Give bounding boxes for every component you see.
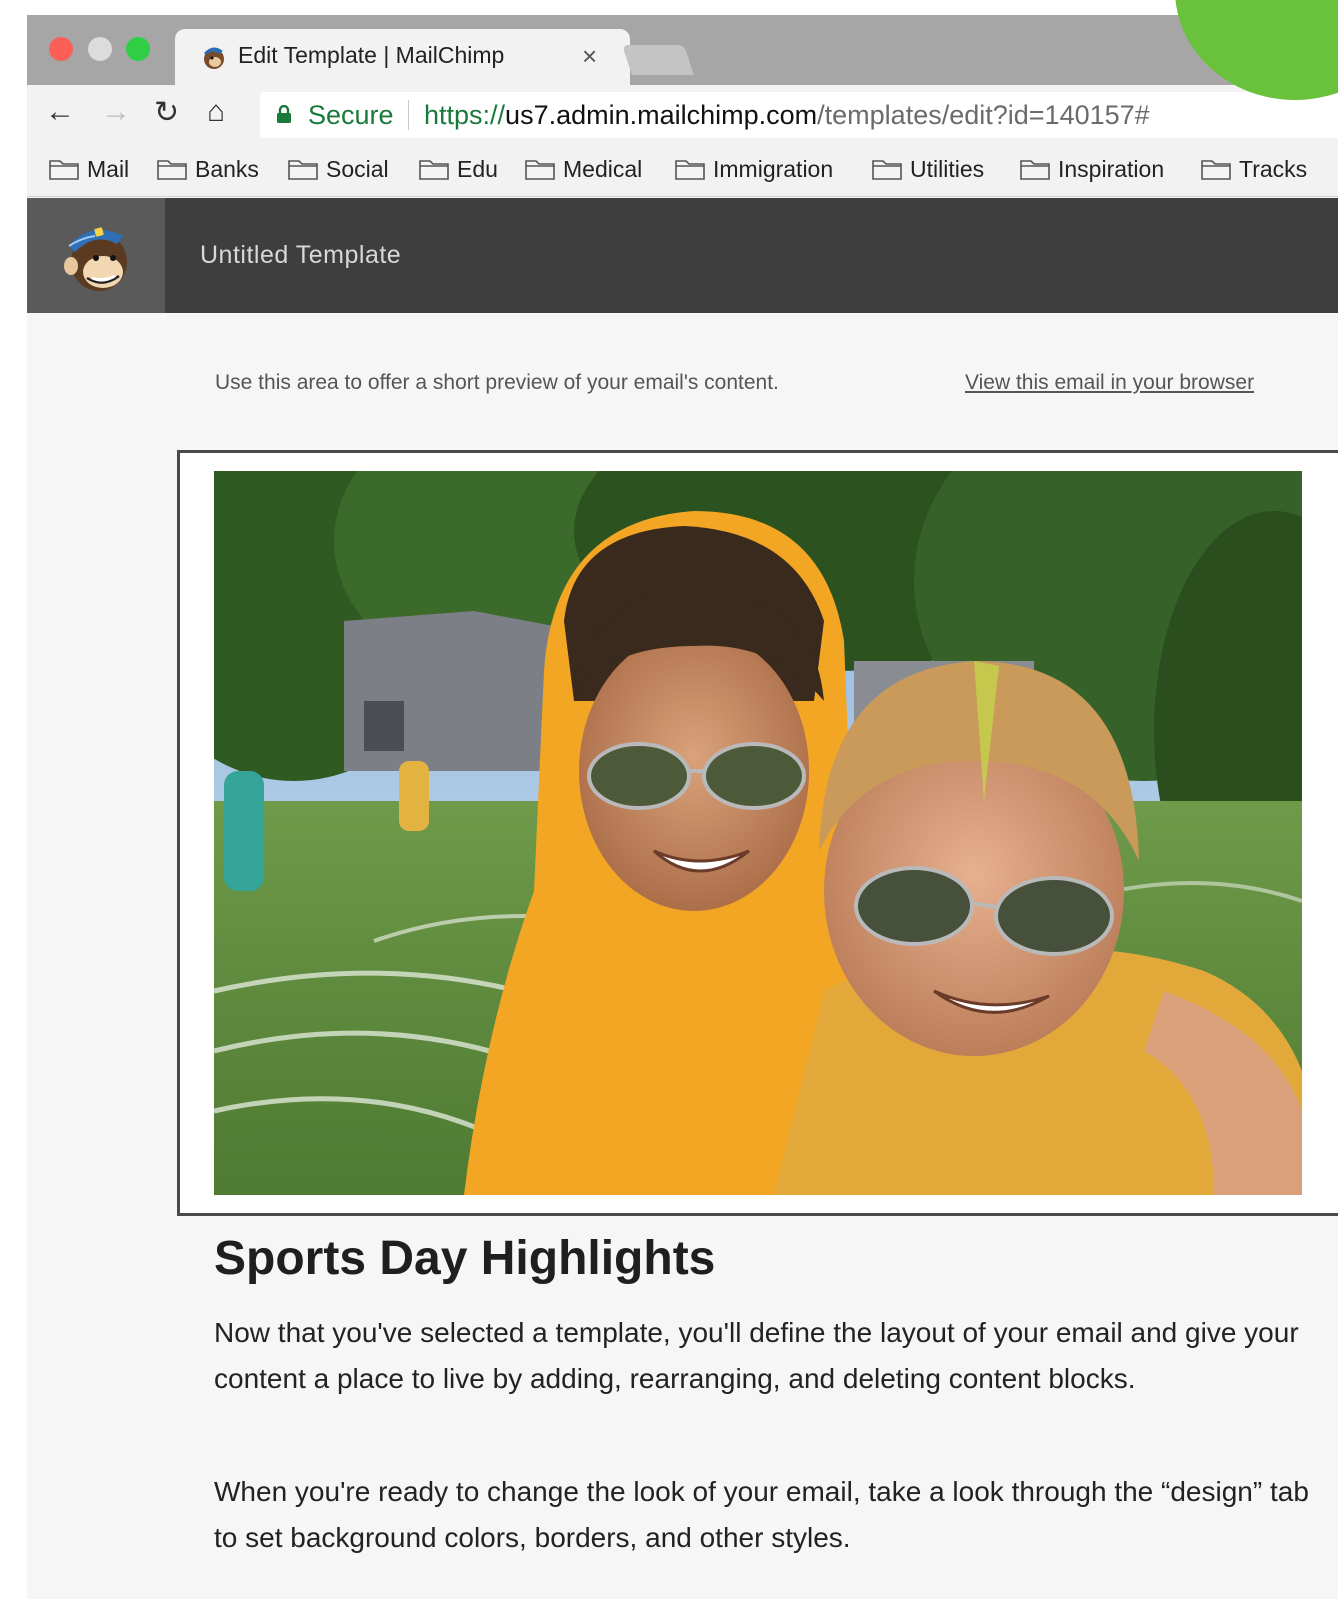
url-host: us7.admin.mailchimp.com [505,100,818,130]
new-tab-button[interactable] [622,45,694,75]
tab-title: Edit Template | MailChimp [238,42,505,68]
folder-icon [49,160,79,180]
bookmark-edu[interactable]: Edu [419,156,498,183]
folder-icon [157,160,187,180]
browser-toolbar: ← → ↻ ⌂ Secure https://us7.admin.mailchi… [27,85,1338,145]
folder-icon [525,160,555,180]
forward-arrow-icon[interactable]: → [101,95,131,129]
minimize-window-button[interactable] [88,37,112,61]
lock-icon [277,105,291,123]
bookmark-banks[interactable]: Banks [157,156,259,183]
bookmark-label: Tracks [1239,156,1308,182]
bookmark-label: Social [326,156,389,182]
url-text: https://us7.admin.mailchimp.com/template… [424,100,1150,131]
bookmark-label: Utilities [910,156,985,182]
bookmark-label: Immigration [713,156,834,182]
folder-icon [419,160,449,180]
bookmark-label: Medical [563,156,643,182]
mailchimp-logo-button[interactable] [27,198,165,313]
back-arrow-icon[interactable]: ← [45,95,75,129]
email-paragraph-2[interactable]: When you're ready to change the look of … [214,1469,1314,1561]
bookmark-utilities[interactable]: Utilities [872,156,984,183]
bookmark-label: Inspiration [1058,156,1165,182]
bookmarks-bar: Mail Banks Social Edu Medical Immigratio… [27,145,1338,197]
bookmark-medical[interactable]: Medical [525,156,642,183]
tab-edit-template[interactable]: Edit Template | MailChimp × [175,29,630,85]
preheader-text[interactable]: Use this area to offer a short preview o… [215,371,779,395]
folder-icon [288,160,318,180]
tab-close-icon[interactable]: × [582,41,597,72]
folder-icon [675,160,705,180]
bookmark-label: Banks [195,156,259,182]
secure-label: Secure [308,100,394,130]
folder-icon [1020,160,1050,180]
home-icon[interactable]: ⌂ [207,95,225,129]
address-bar[interactable]: Secure https://us7.admin.mailchimp.com/t… [260,92,1338,138]
close-window-button[interactable] [49,37,73,61]
mailchimp-favicon-icon [204,47,224,69]
tab-bar: Edit Template | MailChimp × [27,15,1338,85]
omnibox-divider [408,100,409,130]
bookmark-tracks[interactable]: Tracks [1201,156,1307,183]
hero-image[interactable] [214,471,1302,1195]
bookmark-mail[interactable]: Mail [49,156,129,183]
freddie-logo-icon [64,227,127,291]
bookmark-social[interactable]: Social [288,156,389,183]
bookmark-label: Mail [87,156,130,182]
view-in-browser-link[interactable]: View this email in your browser [965,371,1254,395]
editor-header: Untitled Template [27,198,1338,313]
bookmark-immigration[interactable]: Immigration [675,156,833,183]
folder-icon [872,160,902,180]
email-paragraph-1[interactable]: Now that you've selected a template, you… [214,1310,1314,1402]
folder-icon [1201,160,1231,180]
sports-day-photo-image [214,471,1302,1195]
bookmark-inspiration[interactable]: Inspiration [1020,156,1164,183]
email-heading[interactable]: Sports Day Highlights [214,1231,715,1286]
reload-icon[interactable]: ↻ [154,95,179,130]
browser-window: Edit Template | MailChimp × ← → ↻ ⌂ Secu… [27,15,1338,1599]
zoom-window-button[interactable] [126,37,150,61]
page: Edit Template | MailChimp × ← → ↻ ⌂ Secu… [0,0,1338,1599]
url-scheme: https:// [424,100,506,130]
bookmark-label: Edu [457,156,498,182]
url-path: /templates/edit?id=140157# [817,100,1150,130]
template-title[interactable]: Untitled Template [200,241,401,270]
